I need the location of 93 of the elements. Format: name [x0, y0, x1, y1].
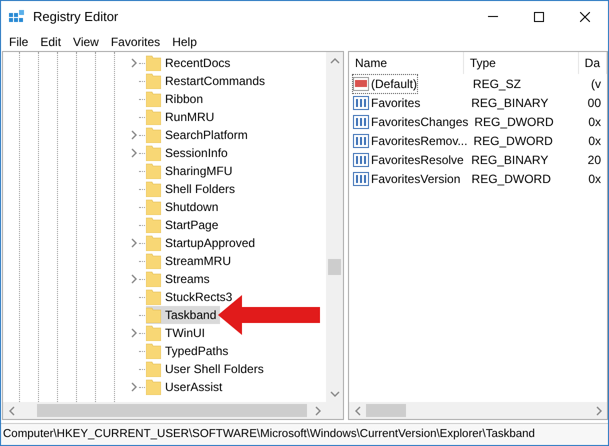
folder-icon — [146, 109, 161, 125]
tree-item[interactable]: Taskband — [146, 306, 220, 324]
menu-item[interactable]: View — [69, 32, 103, 50]
chevron-right-icon — [312, 406, 322, 416]
tree-item[interactable]: UserAssist — [146, 378, 226, 396]
folder-icon — [146, 271, 161, 287]
scrollbar-thumb[interactable] — [37, 404, 307, 417]
tree-item[interactable]: StartupApproved — [146, 234, 260, 252]
status-text: Computer\HKEY_CURRENT_USER\SOFTWARE\Microsoft\Windows\CurrentVersion\Explorer\Taskband — [2, 426, 535, 442]
maximize-icon — [534, 12, 544, 22]
table-cell-text: 00 — [586, 94, 602, 112]
string-value-icon — [353, 76, 369, 90]
value-name[interactable]: FavoritesResolve — [353, 150, 464, 168]
folder-icon — [146, 325, 161, 341]
chevron-right-icon — [129, 328, 139, 338]
menu-item[interactable]: Favorites — [106, 32, 164, 50]
folder-icon — [146, 73, 161, 89]
chevron-right-icon — [129, 274, 139, 284]
tree-item[interactable]: Ribbon — [146, 90, 208, 108]
chevron-left-icon — [6, 406, 16, 416]
tree-item[interactable]: RunMRU — [146, 108, 218, 126]
window-title: Registry Editor — [33, 8, 118, 26]
binary-value-icon — [353, 134, 369, 148]
column-header[interactable]: Da — [578, 52, 607, 74]
value-name[interactable]: Favorites — [353, 94, 420, 112]
horizontal-scrollbar[interactable] — [3, 402, 343, 419]
tree-item[interactable]: RestartCommands — [146, 72, 270, 90]
table-cell-text: 0x — [587, 170, 602, 188]
tree-item[interactable]: TypedPaths — [146, 342, 232, 360]
table-cell-text: REG_DWORD — [472, 132, 554, 150]
binary-value-icon — [353, 114, 369, 128]
folder-icon — [146, 181, 161, 197]
table-cell-text: 0x — [587, 114, 602, 130]
folder-icon — [146, 379, 161, 395]
table-cell-text: 0x — [587, 132, 602, 150]
folder-icon — [146, 361, 161, 377]
folder-icon — [146, 127, 161, 143]
folder-icon — [146, 289, 161, 305]
tree-item[interactable]: Streams — [146, 270, 214, 288]
table-cell-text: REG_BINARY — [470, 94, 550, 112]
horizontal-scrollbar[interactable] — [349, 402, 607, 419]
tree-item[interactable]: Shutdown — [146, 198, 222, 216]
scrollbar-thumb[interactable] — [328, 259, 341, 275]
tree-item[interactable]: SessionInfo — [146, 144, 232, 162]
table-cell-text: REG_DWORD — [473, 114, 555, 130]
chevron-right-icon — [129, 58, 139, 68]
app-icon — [9, 8, 25, 24]
folder-icon — [146, 163, 161, 179]
close-icon — [580, 12, 590, 22]
minimize-icon — [488, 16, 498, 17]
tree-item[interactable]: SearchPlatform — [146, 126, 252, 144]
value-name[interactable]: (Default) — [353, 74, 418, 92]
scrollbar-thumb[interactable] — [366, 404, 406, 417]
tree-item[interactable]: SharingMFU — [146, 162, 236, 180]
folder-icon — [146, 343, 161, 359]
tree-item[interactable]: User Shell Folders — [146, 360, 268, 378]
folder-icon — [146, 217, 161, 233]
folder-icon — [146, 91, 161, 107]
table-cell-text: (v — [590, 76, 602, 92]
folder-icon — [146, 55, 161, 71]
menu-item[interactable]: Help — [168, 32, 201, 50]
chevron-right-icon — [594, 406, 604, 416]
vertical-scrollbar[interactable] — [326, 52, 343, 402]
table-cell-text: REG_BINARY — [470, 152, 550, 168]
binary-value-icon — [353, 152, 369, 166]
folder-icon — [146, 235, 161, 251]
chevron-right-icon — [129, 382, 139, 392]
chevron-right-icon — [129, 238, 139, 248]
tree-item[interactable]: StreamMRU — [146, 252, 236, 270]
binary-value-icon — [353, 172, 369, 186]
folder-icon — [146, 145, 161, 161]
chevron-left-icon — [352, 406, 362, 416]
menu-item[interactable]: File — [5, 32, 32, 50]
chevron-up-icon — [330, 56, 340, 66]
tree-item[interactable]: TWinUI — [146, 324, 209, 342]
folder-icon — [146, 199, 161, 215]
tree-item[interactable]: StuckRects3 — [146, 288, 236, 306]
table-cell-text: REG_SZ — [472, 76, 522, 92]
folder-icon — [146, 307, 161, 323]
column-header[interactable]: Type — [464, 52, 579, 74]
folder-icon — [146, 253, 161, 269]
value-name[interactable]: FavoritesRemov... — [353, 132, 468, 150]
tree-item[interactable]: RecentDocs — [146, 54, 234, 72]
tree-item[interactable]: Shell Folders — [146, 180, 240, 198]
value-name[interactable]: FavoritesChanges — [353, 112, 468, 130]
binary-value-icon — [353, 96, 369, 110]
menu-item[interactable]: Edit — [36, 32, 66, 50]
value-name[interactable]: FavoritesVersion — [353, 170, 460, 188]
table-cell-text: REG_DWORD — [470, 170, 552, 188]
table-cell-text: 20 — [586, 152, 602, 168]
tree-item[interactable]: StartPage — [146, 216, 222, 234]
column-header[interactable]: Name — [349, 52, 464, 74]
chevron-down-icon — [330, 388, 340, 398]
